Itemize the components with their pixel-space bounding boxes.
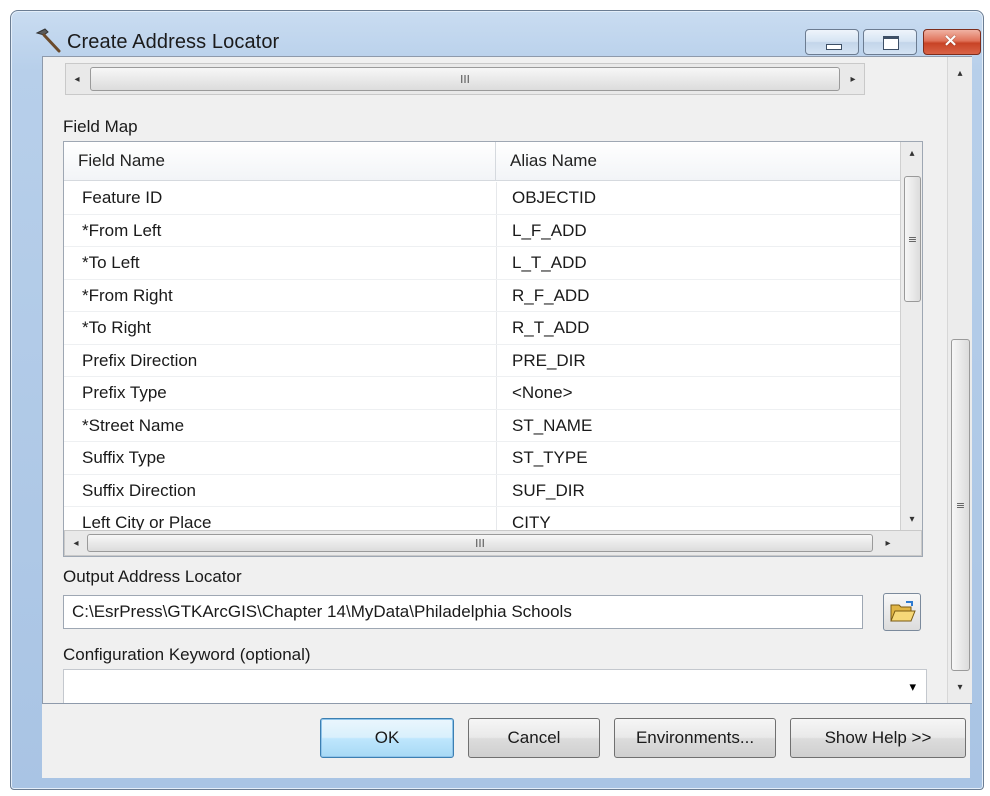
field-name-cell: Suffix Type bbox=[82, 448, 166, 467]
alias-name-cell[interactable]: ST_NAME bbox=[512, 410, 592, 441]
config-keyword-select[interactable]: ▾ bbox=[63, 669, 927, 703]
scroll-down-icon[interactable]: ▾ bbox=[948, 675, 972, 699]
alias-name-cell[interactable]: ST_TYPE bbox=[512, 442, 588, 473]
environments-button[interactable]: Environments... bbox=[614, 718, 776, 758]
scroll-left-icon[interactable]: ◂ bbox=[66, 64, 88, 94]
table-row[interactable]: *From Right R_F_ADD bbox=[64, 279, 900, 312]
window-title: Create Address Locator bbox=[67, 31, 280, 53]
dialog-content: ◂ III ▸ Field Map Field Name Alias Name … bbox=[42, 56, 972, 704]
scroll-thumb[interactable]: III bbox=[87, 534, 873, 552]
minimize-icon bbox=[826, 44, 842, 50]
open-folder-icon bbox=[890, 601, 916, 622]
chevron-down-icon[interactable]: ▾ bbox=[909, 680, 916, 695]
output-locator-input[interactable]: C:\EsrPress\GTKArcGIS\Chapter 14\MyData\… bbox=[63, 595, 863, 629]
hammer-icon bbox=[35, 28, 61, 53]
field-name-cell: *Street Name bbox=[82, 415, 185, 435]
show-help-button[interactable]: Show Help >> bbox=[790, 718, 966, 758]
scroll-right-icon[interactable]: ▸ bbox=[842, 64, 864, 94]
table-row[interactable]: Feature ID OBJECTID bbox=[64, 182, 900, 215]
table-row[interactable]: Prefix Direction PRE_DIR bbox=[64, 344, 900, 377]
table-row[interactable]: *Street Name ST_NAME bbox=[64, 409, 900, 442]
field-name-cell: *From Left bbox=[82, 220, 162, 240]
scroll-up-icon[interactable]: ▴ bbox=[901, 142, 922, 164]
field-name-cell: *To Left bbox=[82, 253, 140, 272]
alias-name-cell[interactable]: R_F_ADD bbox=[512, 280, 589, 311]
column-header-alias-name[interactable]: Alias Name bbox=[496, 142, 900, 180]
alias-name-cell[interactable]: SUF_DIR bbox=[512, 475, 585, 506]
field-name-cell: Prefix Type bbox=[82, 383, 167, 402]
close-button[interactable]: × bbox=[923, 29, 981, 55]
alias-name-cell[interactable]: L_T_ADD bbox=[512, 247, 587, 278]
scroll-left-icon[interactable]: ◂ bbox=[65, 531, 87, 555]
top-horizontal-scrollbar[interactable]: ◂ III ▸ bbox=[65, 63, 865, 95]
table-row[interactable]: Suffix Type ST_TYPE bbox=[64, 442, 900, 475]
scroll-right-icon[interactable]: ▸ bbox=[877, 531, 899, 555]
alias-name-cell[interactable]: L_F_ADD bbox=[512, 215, 587, 246]
alias-name-cell[interactable]: OBJECTID bbox=[512, 182, 596, 213]
scroll-thumb[interactable]: ≡ bbox=[951, 339, 970, 671]
column-header-field-name[interactable]: Field Name bbox=[64, 142, 496, 180]
grid-vertical-scrollbar[interactable]: ▴ ≡ ▾ bbox=[900, 142, 922, 530]
scroll-up-icon[interactable]: ▴ bbox=[948, 61, 972, 85]
field-name-cell: Feature ID bbox=[82, 188, 163, 207]
button-bar: OK Cancel Environments... Show Help >> bbox=[42, 704, 970, 778]
grid-horizontal-scrollbar[interactable]: ◂ III ▸ bbox=[64, 530, 922, 556]
scroll-down-icon[interactable]: ▾ bbox=[901, 508, 922, 530]
minimize-button[interactable] bbox=[805, 29, 859, 55]
maximize-icon bbox=[883, 36, 899, 50]
close-icon: × bbox=[943, 30, 959, 51]
table-row[interactable]: *From Left L_F_ADD bbox=[64, 214, 900, 247]
cancel-button[interactable]: Cancel bbox=[468, 718, 600, 758]
alias-name-cell[interactable]: PRE_DIR bbox=[512, 345, 586, 376]
grid-rows: Feature ID OBJECTID *From Left L_F_ADD *To… bbox=[64, 182, 900, 540]
field-name-cell: *To Right bbox=[82, 318, 151, 337]
table-row[interactable]: *To Left L_T_ADD bbox=[64, 247, 900, 280]
scroll-thumb[interactable]: ≡ bbox=[904, 176, 921, 302]
dialog-vertical-scrollbar[interactable]: ▴ ≡ ▾ bbox=[947, 57, 972, 703]
field-name-cell: *From Right bbox=[82, 285, 173, 305]
scroll-thumb[interactable]: III bbox=[90, 67, 840, 91]
table-row[interactable]: Prefix Type <None> bbox=[64, 377, 900, 410]
alias-name-cell[interactable]: R_T_ADD bbox=[512, 312, 589, 343]
table-row[interactable]: Suffix Direction SUF_DIR bbox=[64, 474, 900, 507]
field-name-cell: Suffix Direction bbox=[82, 480, 197, 500]
grid-header: Field Name Alias Name bbox=[64, 142, 900, 181]
alias-name-cell[interactable]: <None> bbox=[512, 377, 573, 408]
ok-button[interactable]: OK bbox=[320, 718, 454, 758]
field-map-grid: Field Name Alias Name Feature ID OBJECTID… bbox=[63, 141, 923, 557]
config-keyword-label: Configuration Keyword (optional) bbox=[63, 645, 311, 664]
field-name-cell: Prefix Direction bbox=[82, 350, 198, 370]
maximize-button[interactable] bbox=[863, 29, 917, 55]
output-locator-label: Output Address Locator bbox=[63, 567, 242, 586]
field-map-label: Field Map bbox=[63, 117, 138, 136]
table-row[interactable]: *To Right R_T_ADD bbox=[64, 312, 900, 345]
browse-button[interactable] bbox=[883, 593, 921, 631]
